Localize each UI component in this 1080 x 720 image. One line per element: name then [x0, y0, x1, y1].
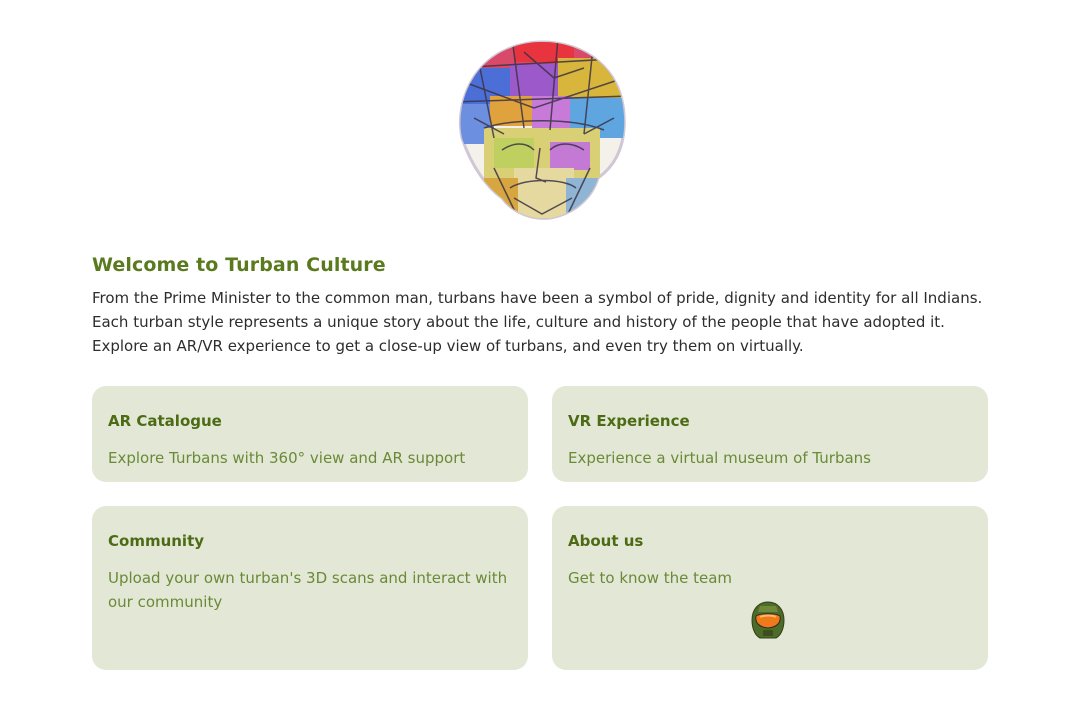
- welcome-description: From the Prime Minister to the common ma…: [92, 289, 983, 355]
- community-card[interactable]: Community Upload your own turban's 3D sc…: [92, 506, 528, 670]
- card-title: About us: [568, 532, 644, 550]
- card-title: Community: [108, 532, 205, 550]
- ar-catalogue-card[interactable]: AR Catalogue Explore Turbans with 360° v…: [92, 386, 528, 482]
- card-title: AR Catalogue: [108, 412, 222, 430]
- card-description: Get to know the team: [568, 569, 733, 587]
- welcome-section: Welcome to Turban Culture From the Prime…: [92, 254, 992, 358]
- helmet-icon: [750, 600, 786, 640]
- page-title: Welcome to Turban Culture: [92, 254, 386, 276]
- turban-logo-icon: [454, 38, 630, 220]
- card-description: Experience a virtual museum of Turbans: [568, 449, 871, 467]
- home-page: Welcome to Turban Culture From the Prime…: [0, 0, 1080, 720]
- vr-experience-card[interactable]: VR Experience Experience a virtual museu…: [552, 386, 988, 482]
- card-description: Explore Turbans with 360° view and AR su…: [108, 449, 466, 467]
- card-description: Upload your own turban's 3D scans and in…: [108, 569, 508, 611]
- card-title: VR Experience: [568, 412, 690, 430]
- about-us-card[interactable]: About us Get to know the team: [552, 506, 988, 670]
